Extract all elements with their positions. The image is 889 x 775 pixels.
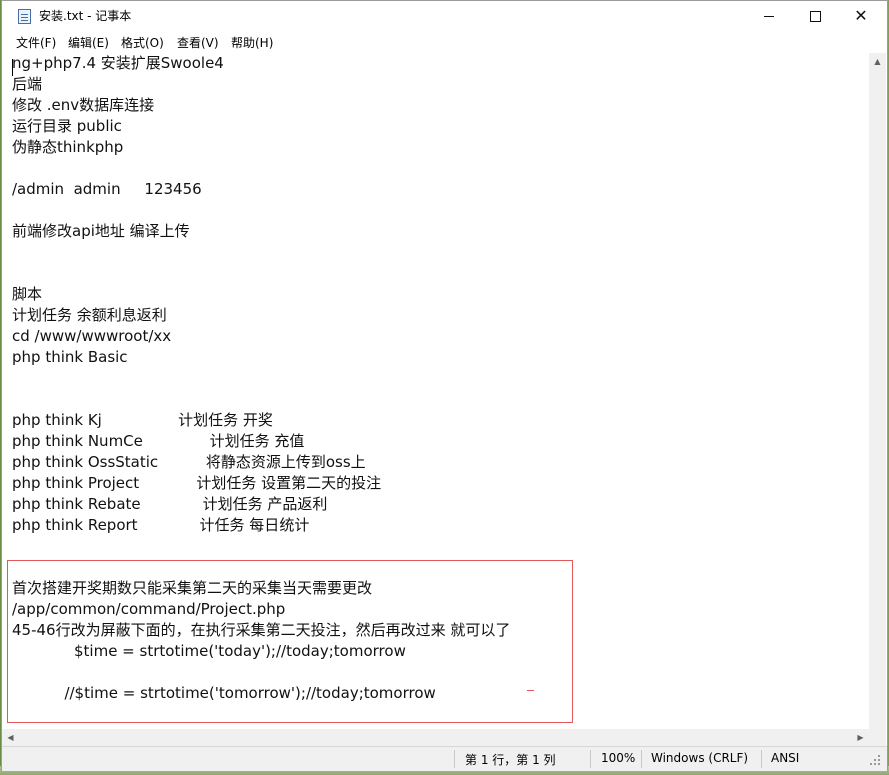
editor-line: 脚本: [12, 285, 43, 303]
maximize-icon: [809, 10, 821, 22]
maximize-button[interactable]: [792, 1, 838, 31]
menu-bar: 文件(F) 编辑(E) 格式(O) 查看(V) 帮助(H): [2, 31, 887, 52]
vertical-scrollbar[interactable]: ▲ ▼: [869, 53, 886, 746]
annotation-box: [7, 560, 573, 723]
editor-line: 前端修改api地址 编译上传: [12, 222, 190, 240]
editor-line: php think Report 计任务 每日统计: [12, 516, 310, 534]
menu-view[interactable]: 查看(V): [177, 34, 219, 51]
editor-line: 后端: [12, 75, 43, 93]
status-separator: [454, 750, 455, 768]
editor-line: 运行目录 public: [12, 117, 122, 135]
close-icon: ✕: [854, 6, 868, 25]
editor-line: cd /www/wwwroot/xx: [12, 327, 172, 345]
menu-edit[interactable]: 编辑(E): [68, 34, 109, 51]
window-title: 安装.txt - 记事本: [39, 9, 132, 23]
status-cursor-position: 第 1 行，第 1 列: [465, 753, 556, 767]
editor-line: /admin admin 123456: [12, 180, 202, 198]
text-editor[interactable]: ng+php7.4 安装扩展Swoole4 后端 修改 .env数据库连接 运行…: [2, 53, 869, 746]
scroll-left-icon[interactable]: ◀: [2, 729, 19, 746]
editor-line: ng+php7.4 安装扩展Swoole4: [12, 54, 224, 72]
menu-help[interactable]: 帮助(H): [231, 34, 273, 51]
title-bar[interactable]: 安装.txt - 记事本 ✕: [2, 1, 887, 31]
editor-line: 修改 .env数据库连接: [12, 96, 155, 114]
editor-line: php think OssStatic 将静态资源上传到oss上: [12, 453, 366, 471]
menu-format[interactable]: 格式(O): [121, 34, 164, 51]
status-separator: [641, 750, 642, 768]
minimize-icon: [764, 15, 774, 17]
editor-line: php think Basic: [12, 348, 128, 366]
status-zoom: 100%: [601, 751, 636, 765]
status-separator: [761, 750, 762, 768]
minimize-button[interactable]: [746, 1, 792, 31]
notepad-icon: [18, 9, 31, 24]
horizontal-scrollbar[interactable]: ◀ ▶: [2, 729, 869, 746]
notepad-window: 安装.txt - 记事本 ✕ 文件(F) 编辑(E) 格式(O) 查看(V) 帮…: [1, 0, 888, 771]
editor-line: 伪静态thinkphp: [12, 138, 124, 156]
scroll-right-icon[interactable]: ▶: [852, 729, 869, 746]
scroll-up-icon[interactable]: ▲: [869, 53, 886, 70]
status-encoding: ANSI: [771, 751, 800, 765]
menu-file[interactable]: 文件(F): [16, 34, 56, 51]
scrollbar-corner: [869, 729, 886, 746]
editor-line: 计划任务 余额利息返利: [12, 306, 167, 324]
editor-line: php think NumCe 计划任务 充值: [12, 432, 305, 450]
editor-line: php think Project 计划任务 设置第二天的投注: [12, 474, 382, 492]
annotation-mark: [527, 690, 534, 691]
editor-line: php think Kj 计划任务 开奖: [12, 411, 273, 429]
editor-line: php think Rebate 计划任务 产品返利: [12, 495, 328, 513]
status-bar: 第 1 行，第 1 列 100% Windows (CRLF) ANSI: [2, 746, 887, 771]
close-button[interactable]: ✕: [838, 1, 884, 31]
resize-grip-icon[interactable]: [870, 755, 882, 767]
status-line-ending: Windows (CRLF): [651, 751, 749, 765]
status-separator: [590, 750, 591, 768]
